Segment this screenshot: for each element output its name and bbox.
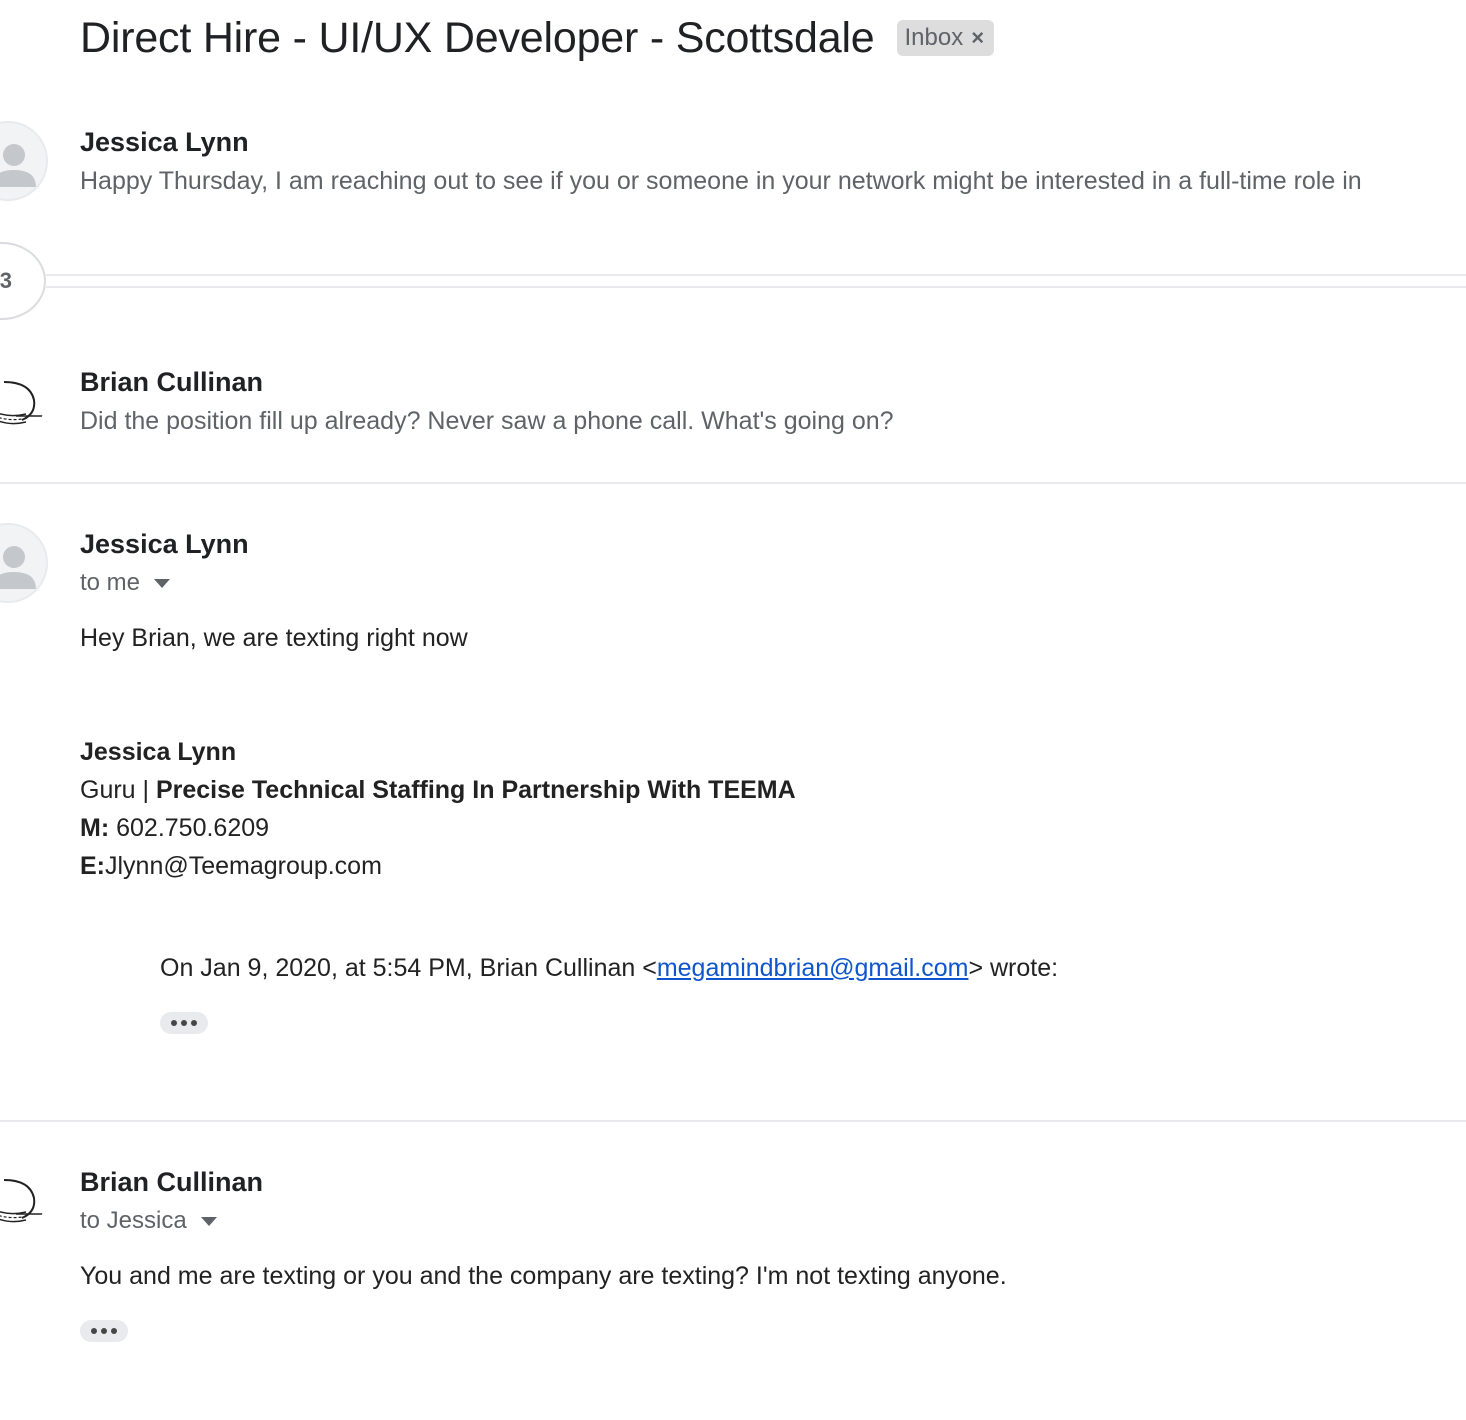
dot [91, 1328, 97, 1334]
quoted-email-link[interactable]: megamindbrian@gmail.com [657, 954, 969, 982]
recipient-text: to Jessica [80, 1207, 187, 1234]
collapsed-messages-divider[interactable] [46, 274, 1466, 288]
signature-email-label: E: [80, 852, 105, 880]
message-snippet[interactable]: Did the position fill up already? Never … [80, 407, 1466, 436]
recipient-text: to me [80, 569, 141, 596]
dot [101, 1328, 107, 1334]
avatar [0, 121, 48, 201]
signature-name-text: Jessica Lynn [80, 738, 237, 766]
signature-email: E:Jlynn@Teemagroup.com [80, 852, 382, 881]
sketch-avatar-icon [0, 381, 44, 425]
signature-phone-value: 602.750.6209 [109, 814, 270, 842]
dot [171, 1020, 177, 1026]
signature-phone: M: 602.750.6209 [80, 814, 269, 843]
signature-title-prefix: Guru | [80, 776, 156, 804]
message-sender[interactable]: Brian Cullinan [80, 367, 263, 398]
default-person-icon [0, 546, 36, 589]
dot [191, 1020, 197, 1026]
quoted-header: On Jan 9, 2020, at 5:54 PM, Brian Cullin… [160, 954, 1058, 983]
dot [181, 1020, 187, 1026]
collapsed-messages-count[interactable]: 3 [0, 242, 46, 320]
signature-company: Precise Technical Staffing In Partnershi… [155, 776, 796, 804]
quoted-header-prefix: On Jan 9, 2020, at 5:54 PM, Brian Cullin… [160, 954, 657, 982]
thread-subject: Direct Hire - UI/UX Developer - Scottsda… [80, 13, 875, 62]
message-body: You and me are texting or you and the co… [80, 1262, 1007, 1290]
message-divider [0, 1120, 1466, 1122]
signature-title: Guru | Precise Technical Staffing In Par… [80, 776, 796, 805]
inbox-label-text: Inbox [904, 24, 964, 51]
avatar [0, 364, 44, 444]
message-snippet[interactable]: Happy Thursday, I am reaching out to see… [80, 167, 1466, 196]
recipient-details-chevron-down-icon[interactable] [200, 1216, 217, 1226]
message-recipient: to me [80, 569, 171, 597]
show-trimmed-content-button[interactable] [80, 1320, 128, 1342]
inbox-label-chip[interactable]: Inbox × [896, 20, 995, 56]
remove-label-icon[interactable]: × [971, 25, 984, 51]
thread-header: Direct Hire - UI/UX Developer - Scottsda… [80, 10, 995, 66]
message-recipient: to Jessica [80, 1207, 217, 1235]
message-sender[interactable]: Jessica Lynn [80, 529, 249, 560]
avatar [0, 523, 48, 603]
quoted-header-suffix: > wrote: [968, 954, 1059, 982]
message-sender[interactable]: Brian Cullinan [80, 1167, 263, 1198]
message-body: Hey Brian, we are texting right now [80, 624, 468, 652]
message-divider [0, 482, 1466, 484]
recipient-details-chevron-down-icon[interactable] [154, 578, 171, 588]
signature-email-value: Jlynn@Teemagroup.com [105, 852, 382, 880]
avatar [0, 1162, 44, 1242]
show-trimmed-content-button[interactable] [160, 1012, 208, 1034]
default-person-icon [0, 144, 36, 187]
message-sender[interactable]: Jessica Lynn [80, 127, 249, 158]
signature-name: Jessica Lynn [80, 738, 236, 767]
sketch-avatar-icon [0, 1179, 44, 1223]
signature-phone-label: M: [80, 814, 110, 842]
dot [111, 1328, 117, 1334]
